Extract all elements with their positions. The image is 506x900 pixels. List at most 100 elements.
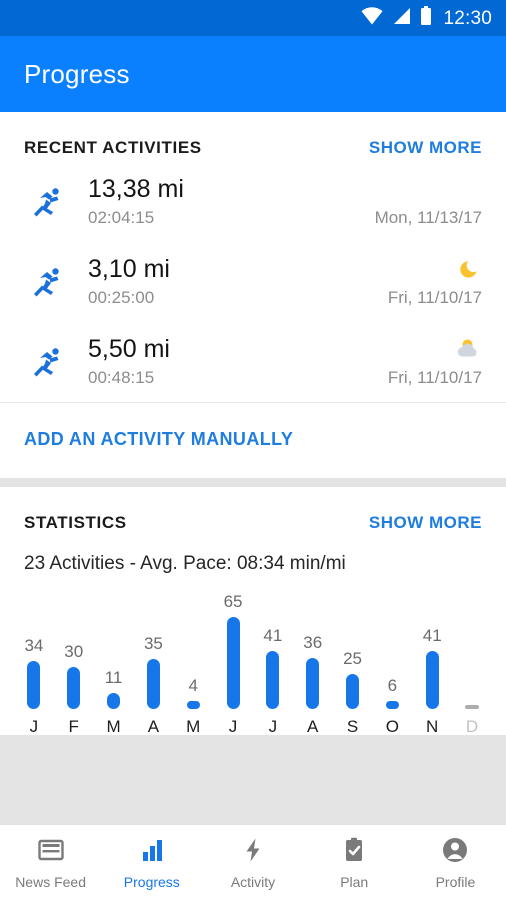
chart-bar <box>226 617 240 709</box>
activity-date: Mon, 11/13/17 <box>374 208 482 227</box>
chart-bar-column: 41 J <box>253 589 293 735</box>
news-feed-icon <box>37 836 65 869</box>
chart-bar-column: 25 S <box>333 589 373 735</box>
app-screen: 12:30 Progress RECENT ACTIVITIES SHOW MO… <box>0 0 506 900</box>
activity-details: 13,38 mi 02:04:15 <box>74 176 375 227</box>
chart-bar-column: 0D <box>452 589 492 735</box>
sun-behind-cloud-icon <box>452 336 482 362</box>
bar-chart-icon <box>138 836 166 869</box>
chart-bar-column: 30 F <box>54 589 94 735</box>
chart-bar-column: 35 A <box>133 589 173 735</box>
nav-label: News Feed <box>15 874 86 890</box>
battery-icon <box>420 5 432 31</box>
scroll-content: RECENT ACTIVITIES SHOW MORE 13,38 mi 02:… <box>0 112 506 824</box>
activity-distance: 5,50 mi <box>88 335 170 364</box>
activity-duration: 02:04:15 <box>88 207 155 227</box>
running-icon <box>20 182 74 222</box>
activity-details: 3,10 mi 00:25:00 <box>74 256 388 307</box>
activity-meta: Fri, 11/10/17 <box>388 256 482 308</box>
chart-bar <box>385 701 399 709</box>
recent-activities-title: RECENT ACTIVITIES <box>24 138 202 157</box>
chart-bar-column: 6O <box>372 589 412 735</box>
lightning-bolt-icon <box>239 836 267 869</box>
chart-bar <box>266 651 280 709</box>
bar-category-label: M <box>106 717 121 736</box>
bar-category-label: J <box>29 717 39 736</box>
add-activity-manually-button[interactable]: ADD AN ACTIVITY MANUALLY <box>0 403 506 478</box>
statistics-card: STATISTICS SHOW MORE 23 Activities - Avg… <box>0 487 506 735</box>
bar-value-label: 30 <box>64 642 84 661</box>
chart-bar-column: 41 N <box>412 589 452 735</box>
chart-bar <box>107 693 121 709</box>
chart-bar-column: 34 J <box>14 589 54 735</box>
moon-icon <box>456 256 482 282</box>
nav-label: Activity <box>230 874 276 890</box>
recent-activities-card: RECENT ACTIVITIES SHOW MORE 13,38 mi 02:… <box>0 112 506 478</box>
bar-value-label: 41 <box>263 626 283 645</box>
activity-row[interactable]: 3,10 mi 00:25:00 Fri, 11/10/17 <box>0 242 506 322</box>
bar-value-label: 25 <box>343 649 362 668</box>
status-bar-clock: 12:30 <box>443 7 492 29</box>
activity-duration: 00:25:00 <box>88 287 155 307</box>
bar-value-label: 65 <box>223 592 243 611</box>
chart-bar <box>306 658 320 709</box>
statistics-summary: 23 Activities - Avg. Pace: 08:34 min/mi <box>24 553 346 574</box>
activity-date: Fri, 11/10/17 <box>387 368 482 387</box>
wifi-icon <box>361 6 383 30</box>
recent-activities-show-more-button[interactable]: SHOW MORE <box>369 138 482 158</box>
bar-category-label: J <box>268 717 278 736</box>
nav-item-profile[interactable]: Profile <box>405 825 506 900</box>
nav-item-news-feed[interactable]: News Feed <box>0 825 101 900</box>
recent-activities-header: RECENT ACTIVITIES SHOW MORE <box>0 112 506 162</box>
clipboard-check-icon <box>340 836 368 869</box>
bar-value-label: 4 <box>188 676 198 695</box>
chart-bar-column: 4M <box>173 589 213 735</box>
page-title: Progress <box>24 58 130 89</box>
bar-category-label: A <box>307 717 319 736</box>
statistics-title: STATISTICS <box>24 513 127 532</box>
status-bar: 12:30 <box>0 0 506 36</box>
bar-category-label: M <box>186 717 201 736</box>
chart-bar-column: 36 A <box>293 589 333 735</box>
chart-bar <box>186 701 200 709</box>
bar-category-label: N <box>426 717 439 736</box>
nav-item-activity[interactable]: Activity <box>202 825 303 900</box>
nav-item-progress[interactable]: Progress <box>101 825 202 900</box>
statistics-show-more-button[interactable]: SHOW MORE <box>369 513 482 533</box>
app-bar: Progress <box>0 36 506 112</box>
running-icon <box>20 342 74 382</box>
activity-details: 5,50 mi 00:48:15 <box>74 336 388 387</box>
chart-bar <box>465 705 480 709</box>
activity-meta: Fri, 11/10/17 <box>388 336 482 388</box>
nav-label: Profile <box>435 874 476 890</box>
activity-row[interactable]: 13,38 mi 02:04:15 Mon, 11/13/17 <box>0 162 506 242</box>
nav-label: Progress <box>123 874 180 890</box>
bar-category-label: A <box>147 717 160 736</box>
activity-meta: Mon, 11/13/17 <box>375 176 482 228</box>
bar-value-label: 34 <box>24 636 44 655</box>
bar-category-label: F <box>68 717 79 736</box>
activity-distance: 3,10 mi <box>88 255 170 284</box>
chart-bar <box>27 661 41 709</box>
activity-date: Fri, 11/10/17 <box>387 288 482 307</box>
statistics-header: STATISTICS SHOW MORE <box>0 487 506 537</box>
running-icon <box>20 262 74 302</box>
chart-bar <box>425 651 439 709</box>
bar-category-label: J <box>228 717 238 736</box>
bar-value-label: 11 <box>104 668 123 687</box>
bar-category-label: S <box>346 717 359 736</box>
chart-bar <box>346 674 360 709</box>
bar-category-label: D <box>465 717 479 736</box>
bar-value-label: 35 <box>143 634 163 653</box>
chart-bar <box>146 659 160 709</box>
bar-value-label: 41 <box>422 626 442 645</box>
activity-row[interactable]: 5,50 mi 00:48:15 Fri, 11/10/17 <box>0 322 506 402</box>
activity-distance: 13,38 mi <box>88 175 184 204</box>
nav-item-plan[interactable]: Plan <box>304 825 405 900</box>
chart-bar-column: 11 M <box>94 589 134 735</box>
person-circle-icon <box>441 836 469 869</box>
cellular-signal-icon <box>392 7 411 30</box>
nav-label: Plan <box>340 874 369 890</box>
bar-value-label: 36 <box>303 633 323 652</box>
monthly-activities-bar-chart: 34J30F11M35A4M65J41J36A25S6O41N0D <box>0 575 506 735</box>
